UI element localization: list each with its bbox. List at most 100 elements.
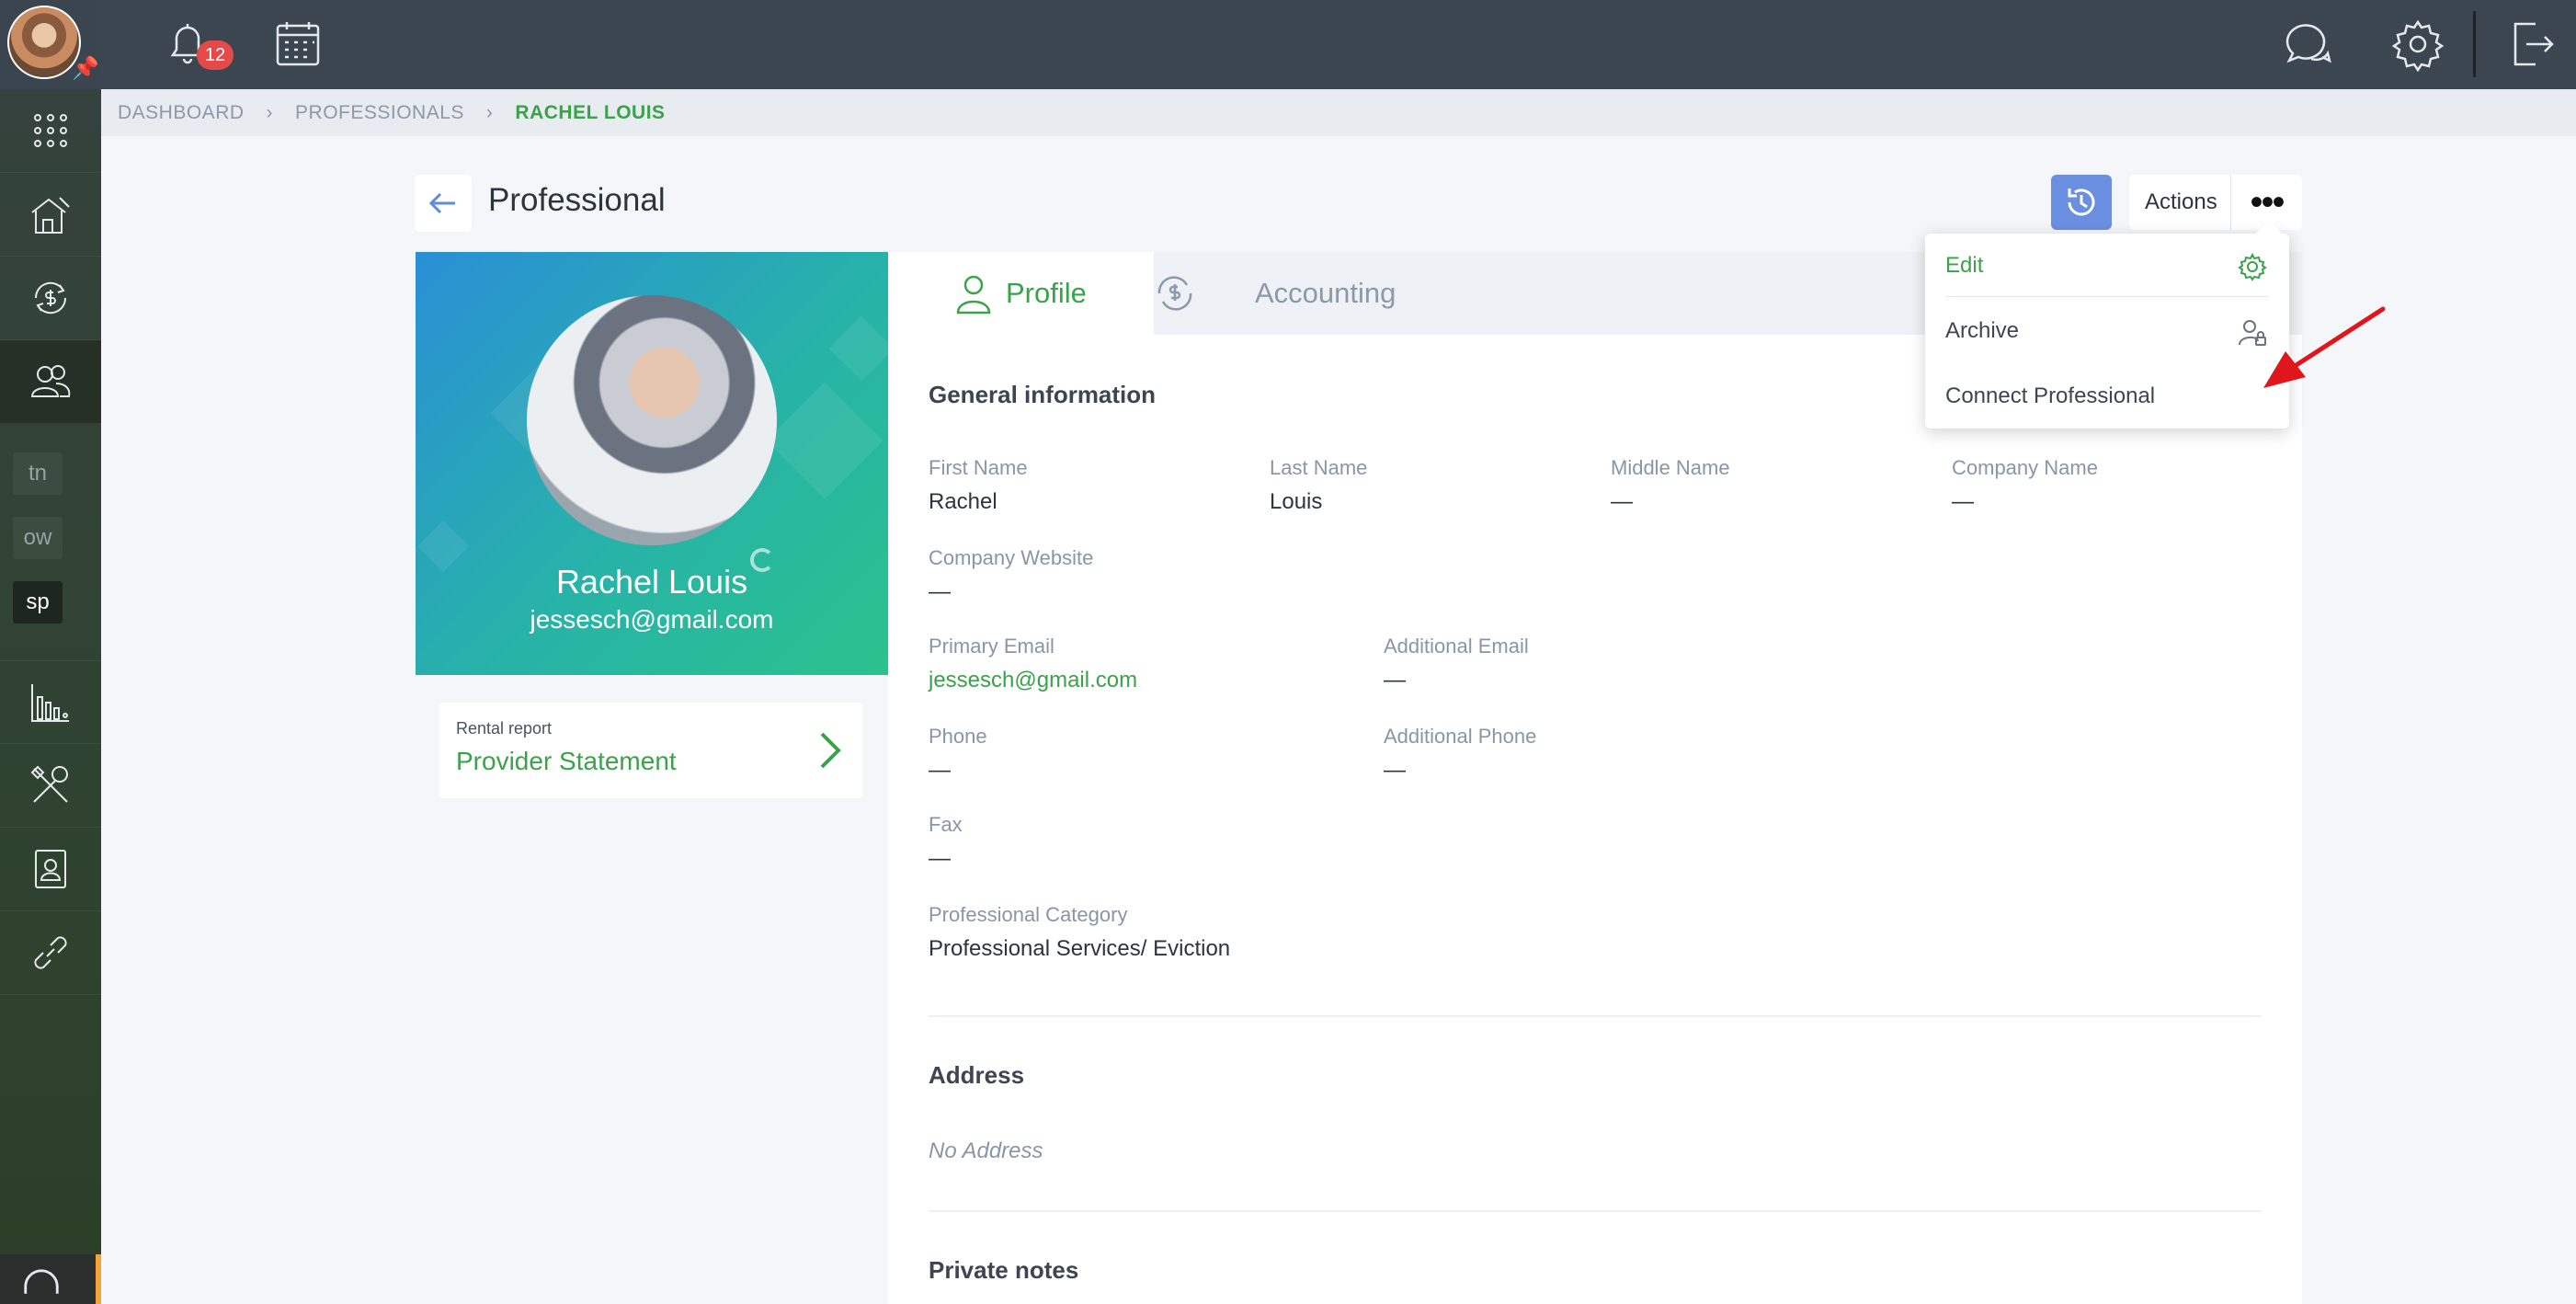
sidebar-shortcut-sp[interactable]: sp: [13, 581, 63, 623]
profile-card: Rachel Louis jessesch@gmail.com: [416, 252, 888, 675]
additional-phone-value: —: [1384, 758, 1406, 783]
money-cycle-icon: [1157, 276, 1192, 311]
first-name-value: Rachel: [929, 489, 997, 514]
sidebar-shortcut-tn[interactable]: tn: [13, 452, 63, 495]
chevron-right-icon: [820, 732, 841, 769]
chevron-right-icon: ›: [266, 101, 274, 123]
breadcrumb-professionals[interactable]: PROFESSIONALS: [295, 102, 464, 124]
additional-email-label: Additional Email: [1384, 635, 1529, 658]
sidebar-item-apps[interactable]: [0, 89, 101, 173]
messages-button[interactable]: [2280, 17, 2335, 72]
private-notes-title: Private notes: [929, 1256, 1079, 1284]
sidebar-item-accounting[interactable]: [0, 257, 101, 340]
menu-item-archive[interactable]: Archive: [1925, 299, 2289, 363]
contact-card-icon: [35, 850, 66, 888]
sidebar-item-links[interactable]: [0, 911, 101, 995]
topbar-divider: [2473, 11, 2476, 77]
pin-icon[interactable]: 📌: [72, 55, 99, 82]
menu-divider: [1945, 296, 2269, 297]
tab-label: Accounting: [1255, 277, 1396, 309]
tab-profile[interactable]: Profile: [888, 252, 1154, 335]
tools-icon: [30, 765, 68, 803]
support-button[interactable]: [0, 1254, 101, 1304]
arrow-left-icon: [428, 192, 455, 214]
menu-item-edit[interactable]: Edit: [1925, 234, 2289, 298]
phone-label: Phone: [929, 725, 987, 748]
primary-email-label: Primary Email: [929, 635, 1054, 658]
report-label: Rental report: [456, 719, 553, 738]
home-icon: [31, 197, 70, 234]
sidebar-item-contacts[interactable]: [0, 828, 101, 911]
logout-icon: [2513, 22, 2554, 66]
category-label: Professional Category: [929, 903, 1128, 926]
page-title: Professional: [488, 182, 666, 218]
breadcrumb-current: RACHEL LOUIS: [515, 101, 666, 123]
decoration: [828, 315, 888, 382]
decoration: [766, 382, 883, 499]
history-icon: [2068, 189, 2095, 216]
additional-email-value: —: [1384, 668, 1406, 692]
general-info-title: General information: [929, 381, 1157, 408]
breadcrumb-dashboard[interactable]: DASHBOARD: [118, 102, 245, 124]
history-button[interactable]: [2051, 175, 2112, 230]
menu-item-label: Archive: [1945, 318, 2020, 343]
sidebar-item-maintenance[interactable]: [0, 744, 101, 828]
profile-photo[interactable]: [527, 295, 777, 545]
actions-label: Actions: [2145, 189, 2217, 214]
provider-statement-card[interactable]: Rental report Provider Statement: [439, 703, 862, 798]
annotation-arrow-icon: [2263, 306, 2386, 388]
tab-accounting[interactable]: Accounting: [1154, 252, 1430, 335]
last-name-label: Last Name: [1270, 456, 1368, 479]
menu-item-connect-professional[interactable]: Connect Professional: [1925, 364, 2289, 429]
report-title: Provider Statement: [456, 747, 677, 775]
company-website-value: —: [929, 579, 951, 604]
people-icon: [30, 365, 71, 397]
section-divider: [929, 1015, 2262, 1017]
sidebar: 📌 tn ow sp: [0, 0, 101, 1304]
tab-label: Profile: [1006, 277, 1087, 309]
section-divider: [929, 1210, 2262, 1212]
link-icon: [34, 936, 67, 969]
actions-dropdown: Edit Archive Connect Professional: [1925, 220, 2289, 429]
company-name-value: —: [1952, 489, 1974, 514]
additional-phone-label: Additional Phone: [1384, 725, 1537, 748]
first-name-label: First Name: [929, 456, 1028, 479]
middle-name-value: —: [1611, 489, 1633, 514]
calendar-button[interactable]: [270, 17, 325, 72]
chat-bubbles-icon: [2285, 24, 2331, 63]
profile-name: Rachel Louis: [555, 563, 748, 601]
address-title: Address: [929, 1061, 1025, 1089]
gear-icon: [2238, 252, 2267, 281]
back-button[interactable]: [415, 175, 472, 232]
breadcrumb: DASHBOARD › PROFESSIONALS › RACHEL LOUIS: [101, 89, 2576, 136]
logout-button[interactable]: [2504, 17, 2559, 72]
top-bar: [101, 0, 2576, 89]
money-cycle-icon: [34, 281, 67, 315]
company-name-label: Company Name: [1952, 456, 2098, 479]
notification-badge: 12: [197, 40, 234, 70]
fax-label: Fax: [929, 813, 963, 836]
sidebar-item-people[interactable]: [0, 340, 101, 424]
actions-button[interactable]: Actions •••: [2129, 175, 2302, 230]
gear-icon: [2391, 19, 2445, 73]
fax-value: —: [929, 846, 951, 871]
address-value: No Address: [929, 1138, 1043, 1163]
headset-icon: [24, 1269, 59, 1294]
last-name-value: Louis: [1270, 489, 1323, 514]
settings-button[interactable]: [2390, 17, 2445, 73]
menu-item-label: Edit: [1945, 253, 1984, 278]
apps-grid-icon: [34, 114, 67, 147]
primary-email-link[interactable]: jessesch@gmail.com: [929, 668, 1137, 693]
sidebar-item-home[interactable]: [0, 173, 101, 257]
user-avatar[interactable]: 📌: [0, 0, 101, 89]
sidebar-shortcut-ow[interactable]: ow: [13, 517, 63, 559]
chevron-right-icon: ›: [485, 101, 494, 123]
sidebar-item-reports[interactable]: [0, 660, 101, 744]
menu-item-label: Connect Professional: [1945, 383, 2156, 408]
phone-value: —: [929, 758, 951, 783]
bar-chart-icon: [31, 683, 69, 722]
company-website-label: Company Website: [929, 546, 1094, 569]
calendar-icon: [276, 22, 320, 66]
user-icon: [956, 275, 991, 315]
profile-email: jessesch@gmail.com: [530, 605, 774, 634]
